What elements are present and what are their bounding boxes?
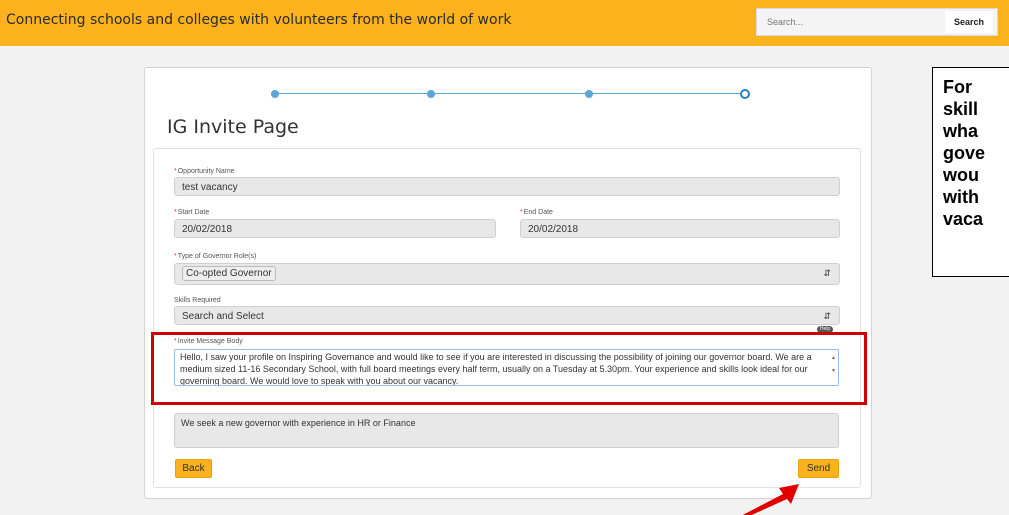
opportunity-name-field[interactable]: test vacancy bbox=[174, 177, 840, 196]
start-date-field[interactable]: 20/02/2018 bbox=[174, 219, 496, 238]
select-arrows-icon: ⇵ bbox=[823, 311, 831, 321]
progress-step-3[interactable] bbox=[585, 90, 593, 98]
skills-select[interactable]: Search and Select ⇵ bbox=[174, 306, 840, 325]
invite-card: IG Invite Page *Opportunity Name test va… bbox=[144, 67, 872, 499]
skills-label: Skills Required bbox=[174, 297, 221, 304]
progress-step-2[interactable] bbox=[427, 90, 435, 98]
governor-role-label: *Type of Governor Role(s) bbox=[174, 253, 256, 260]
label-text: End Date bbox=[523, 209, 553, 216]
opportunity-name-label: *Opportunity Name bbox=[174, 168, 235, 175]
label-text: Type of Governor Role(s) bbox=[177, 253, 257, 260]
label-text: Start Date bbox=[177, 209, 210, 216]
back-button[interactable]: Back bbox=[175, 459, 212, 478]
search-button[interactable]: Search bbox=[945, 11, 993, 33]
required-marker: * bbox=[174, 209, 177, 216]
progress-line bbox=[275, 93, 745, 94]
skills-placeholder: Search and Select bbox=[182, 311, 264, 322]
site-tagline: Connecting schools and colleges with vol… bbox=[6, 12, 512, 28]
annotation-note: For skill wha gove wou with vaca bbox=[932, 67, 1009, 277]
search-input[interactable] bbox=[761, 12, 931, 32]
required-marker: * bbox=[174, 168, 177, 175]
page-title: IG Invite Page bbox=[167, 116, 299, 138]
start-date-label: *Start Date bbox=[174, 209, 209, 216]
label-text: Opportunity Name bbox=[177, 168, 235, 175]
step-progress bbox=[271, 89, 751, 99]
progress-step-1[interactable] bbox=[271, 90, 279, 98]
selected-role-chip[interactable]: Co-opted Governor bbox=[182, 266, 276, 281]
governor-role-select[interactable]: Co-opted Governor ⇵ bbox=[174, 263, 840, 285]
progress-step-current bbox=[740, 89, 750, 99]
required-marker: * bbox=[174, 253, 177, 260]
top-banner: Connecting schools and colleges with vol… bbox=[0, 0, 1009, 46]
red-arrow-icon bbox=[742, 484, 799, 515]
highlight-box bbox=[151, 332, 867, 405]
required-marker: * bbox=[520, 209, 523, 216]
search-bar: Search bbox=[756, 8, 998, 36]
send-button[interactable]: Send bbox=[798, 459, 839, 478]
end-date-label: *End Date bbox=[520, 209, 553, 216]
select-arrows-icon: ⇵ bbox=[823, 268, 831, 278]
end-date-field[interactable]: 20/02/2018 bbox=[520, 219, 840, 238]
opportunity-description-field[interactable]: We seek a new governor with experience i… bbox=[174, 413, 839, 448]
